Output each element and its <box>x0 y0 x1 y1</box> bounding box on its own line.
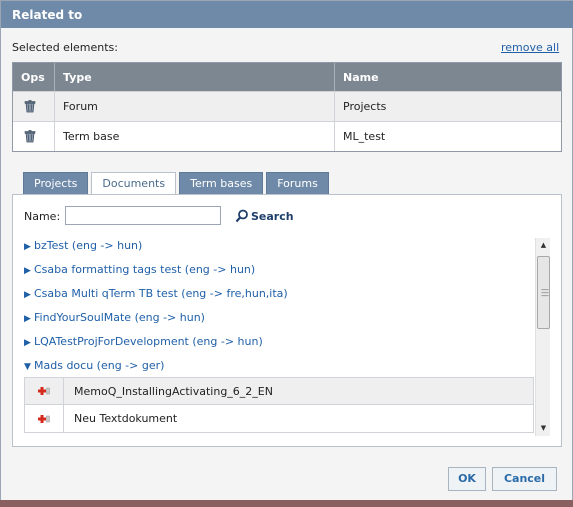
name-search-input[interactable] <box>65 206 221 225</box>
documents-panel: Name: Search ▶ bzTest (eng -> hun) ▶ Csaba… <box>12 194 562 447</box>
name-cell: Projects <box>343 100 387 113</box>
list-item[interactable]: ▶ Csaba formatting tags test (eng -> hun) <box>13 257 549 281</box>
magnifier-icon <box>235 209 248 223</box>
triangle-down-icon: ▼ <box>24 362 31 372</box>
tab-documents[interactable]: Documents <box>91 172 177 195</box>
list-item-label: bzTest (eng -> hun) <box>34 239 143 252</box>
tab-term-bases[interactable]: Term bases <box>179 172 264 194</box>
add-plus-icon[interactable] <box>37 386 51 396</box>
tab-bar: Projects Documents Term bases Forums <box>23 172 332 195</box>
list-item[interactable]: ▶ bzTest (eng -> hun) <box>13 233 549 257</box>
window-bottom-edge <box>0 500 573 507</box>
type-cell: Forum <box>55 92 335 121</box>
list-item[interactable]: ▶ Csaba Multi qTerm TB test (eng -> fre,h… <box>13 281 549 305</box>
related-to-dialog: Related to Selected elements: remove all… <box>0 0 573 507</box>
search-button[interactable]: Search <box>235 209 294 223</box>
tab-forums[interactable]: Forums <box>266 172 329 194</box>
cancel-button[interactable]: Cancel <box>492 467 557 491</box>
document-name: MemoQ_InstallingActivating_6_2_EN <box>74 385 273 398</box>
triangle-right-icon: ▶ <box>24 266 31 276</box>
ops-cell <box>13 92 55 121</box>
list-item[interactable]: ▶ FindYourSoulMate (eng -> hun) <box>13 305 549 329</box>
remove-all-link[interactable]: remove all <box>501 41 559 54</box>
column-header-ops: Ops <box>13 63 55 91</box>
scroll-up-arrow-icon[interactable]: ▲ <box>536 238 551 253</box>
list-item-label: Mads docu (eng -> ger) <box>34 359 165 372</box>
document-name: Neu Textdokument <box>74 412 178 425</box>
list-item-label: LQATestProjForDevelopment (eng -> hun) <box>34 335 263 348</box>
list-item[interactable]: ▶ LQATestProjForDevelopment (eng -> hun) <box>13 329 549 353</box>
trash-icon[interactable] <box>23 129 37 143</box>
triangle-right-icon: ▶ <box>24 242 31 252</box>
triangle-right-icon: ▶ <box>24 314 31 324</box>
document-ops-cell <box>25 378 64 404</box>
list-item-label: FindYourSoulMate (eng -> hun) <box>34 311 205 324</box>
scroll-down-arrow-icon[interactable]: ▼ <box>536 421 551 436</box>
table-row: Term base ML_test <box>13 121 561 151</box>
name-label: Name: <box>24 210 61 223</box>
type-cell: Term base <box>55 122 335 151</box>
grip-icon: — — — <box>541 285 549 300</box>
document-ops-cell <box>25 405 64 432</box>
scrollbar-thumb[interactable]: — — — <box>537 256 550 329</box>
dialog-title: Related to <box>1 1 573 28</box>
list-item-label: Csaba formatting tags test (eng -> hun) <box>34 263 256 276</box>
name-cell: ML_test <box>343 130 386 143</box>
ok-button[interactable]: OK <box>448 467 486 491</box>
list-item-label: Csaba Multi qTerm TB test (eng -> fre,hu… <box>34 287 288 300</box>
list-item[interactable]: ▼ Mads docu (eng -> ger) <box>13 353 549 377</box>
project-list: ▶ bzTest (eng -> hun) ▶ Csaba formatting t… <box>13 233 549 437</box>
document-row: Neu Textdokument <box>24 405 534 433</box>
search-button-label: Search <box>251 209 294 223</box>
add-plus-icon[interactable] <box>37 414 51 424</box>
tab-projects[interactable]: Projects <box>23 172 89 194</box>
trash-icon[interactable] <box>23 99 37 113</box>
triangle-right-icon: ▶ <box>24 338 31 348</box>
triangle-right-icon: ▶ <box>24 290 31 300</box>
selected-elements-label: Selected elements: <box>12 41 118 54</box>
table-row: Forum Projects <box>13 91 561 121</box>
table-header: Ops Type Name <box>13 63 561 91</box>
document-row: MemoQ_InstallingActivating_6_2_EN <box>24 377 534 405</box>
column-header-type: Type <box>55 63 335 91</box>
selected-elements-table: Ops Type Name Forum Projects Term base M… <box>12 62 562 152</box>
column-header-name: Name <box>343 71 379 84</box>
list-scrollbar[interactable]: ▲ — — — ▼ <box>535 238 550 436</box>
ops-cell <box>13 122 55 151</box>
